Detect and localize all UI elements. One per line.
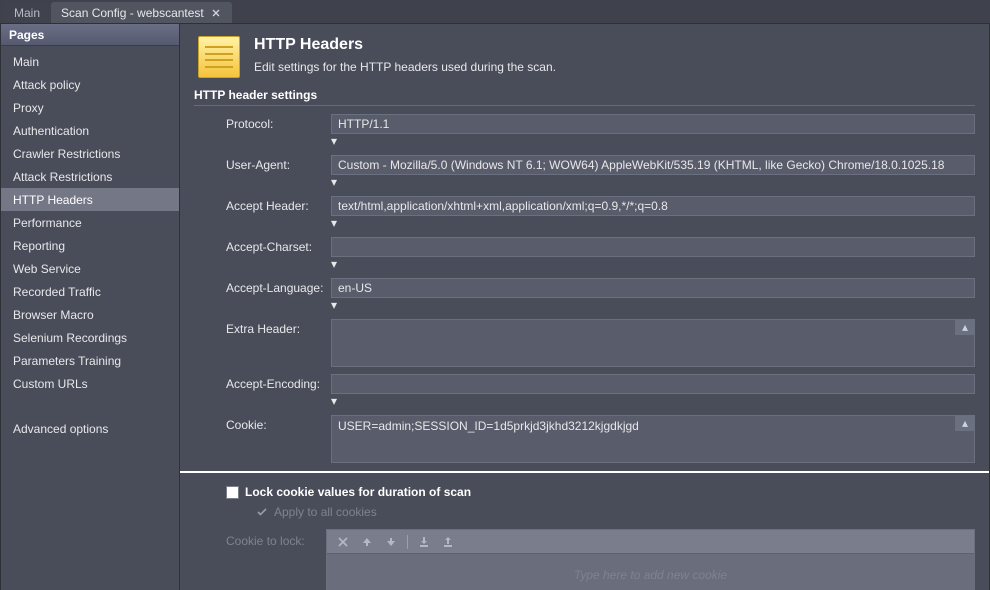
arrow-up-icon[interactable]: [359, 534, 375, 550]
lock-cookie-block: Lock cookie values for duration of scan …: [180, 485, 989, 590]
arrow-down-icon[interactable]: [383, 534, 399, 550]
sidebar-item-advanced-options[interactable]: Advanced options: [1, 417, 179, 440]
sidebar-item-attack-policy[interactable]: Attack policy: [1, 73, 179, 96]
import-icon[interactable]: [416, 534, 432, 550]
sidebar-item-crawler-restrictions[interactable]: Crawler Restrictions: [1, 142, 179, 165]
cookie-lock-toolbar: [327, 530, 974, 554]
content-pane: HTTP Headers Edit settings for the HTTP …: [180, 24, 990, 590]
close-icon[interactable]: [210, 7, 222, 19]
sidebar-item-label: Browser Macro: [13, 308, 94, 322]
sidebar-item-main[interactable]: Main: [1, 50, 179, 73]
sidebar-item-reporting[interactable]: Reporting: [1, 234, 179, 257]
scroll-up-icon[interactable]: ▴: [955, 415, 975, 431]
accept-header-combo[interactable]: text/html,application/xhtml+xml,applicat…: [331, 196, 975, 216]
extra-header-textarea[interactable]: [331, 319, 975, 367]
sidebar-item-label: Main: [13, 55, 39, 69]
protocol-label: Protocol:: [226, 114, 331, 131]
cookie-lock-placeholder[interactable]: Type here to add new cookie: [327, 554, 974, 590]
tab-scan-config[interactable]: Scan Config - webscantest: [51, 2, 232, 23]
accept-encoding-combo[interactable]: [331, 374, 975, 394]
sidebar-item-performance[interactable]: Performance: [1, 211, 179, 234]
accept-language-combo[interactable]: en-US: [331, 278, 975, 298]
sidebar-item-label: Selenium Recordings: [13, 331, 127, 345]
sidebar-item-label: Proxy: [13, 101, 44, 115]
scroll-up-icon[interactable]: ▴: [955, 319, 975, 335]
sidebar-item-label: Performance: [13, 216, 82, 230]
sidebar: Pages Main Attack policy Proxy Authentic…: [0, 24, 180, 590]
user-agent-combo[interactable]: Custom - Mozilla/5.0 (Windows NT 6.1; WO…: [331, 155, 975, 175]
sidebar-item-label: Recorded Traffic: [13, 285, 101, 299]
accept-encoding-label: Accept-Encoding:: [226, 374, 331, 391]
cookie-label: Cookie:: [226, 415, 331, 432]
lock-cookie-label: Lock cookie values for duration of scan: [245, 485, 471, 499]
cookie-to-lock-label: Cookie to lock:: [226, 529, 316, 548]
delete-icon[interactable]: [335, 534, 351, 550]
sidebar-item-label: Parameters Training: [13, 354, 121, 368]
accept-charset-combo[interactable]: [331, 237, 975, 257]
sidebar-item-custom-urls[interactable]: Custom URLs: [1, 372, 179, 395]
sidebar-item-label: Reporting: [13, 239, 65, 253]
check-icon: [256, 506, 268, 518]
extra-header-label: Extra Header:: [226, 319, 331, 336]
lock-cookie-checkbox[interactable]: [226, 486, 239, 499]
export-icon[interactable]: [440, 534, 456, 550]
sidebar-item-label: Attack policy: [13, 78, 80, 92]
accept-charset-label: Accept-Charset:: [226, 237, 331, 254]
chevron-down-icon: ▾: [331, 134, 337, 148]
sidebar-item-web-service[interactable]: Web Service: [1, 257, 179, 280]
section-header: HTTP header settings: [194, 86, 975, 106]
sidebar-item-selenium-recordings[interactable]: Selenium Recordings: [1, 326, 179, 349]
protocol-combo[interactable]: HTTP/1.1: [331, 114, 975, 134]
sidebar-list: Main Attack policy Proxy Authentication …: [1, 46, 179, 444]
tab-label: Scan Config - webscantest: [61, 6, 204, 20]
tab-main[interactable]: Main: [4, 2, 50, 23]
page-title: HTTP Headers: [254, 36, 556, 54]
tab-label: Main: [14, 6, 40, 20]
cookie-lock-panel: Type here to add new cookie: [326, 529, 975, 590]
divider: [180, 471, 989, 473]
sidebar-item-authentication[interactable]: Authentication: [1, 119, 179, 142]
http-headers-icon: [198, 36, 240, 78]
chevron-down-icon: ▾: [331, 257, 337, 271]
sidebar-item-parameters-training[interactable]: Parameters Training: [1, 349, 179, 372]
tab-strip: Main Scan Config - webscantest: [0, 0, 990, 24]
sidebar-item-proxy[interactable]: Proxy: [1, 96, 179, 119]
sidebar-item-attack-restrictions[interactable]: Attack Restrictions: [1, 165, 179, 188]
combo-value: text/html,application/xhtml+xml,applicat…: [338, 199, 668, 213]
combo-value: en-US: [338, 281, 372, 295]
sidebar-item-label: Attack Restrictions: [13, 170, 112, 184]
combo-value: Custom - Mozilla/5.0 (Windows NT 6.1; WO…: [338, 158, 944, 172]
sidebar-item-label: HTTP Headers: [13, 193, 93, 207]
textarea-value: USER=admin;SESSION_ID=1d5prkjd3jkhd3212k…: [338, 419, 639, 433]
chevron-down-icon: ▾: [331, 175, 337, 189]
sidebar-item-browser-macro[interactable]: Browser Macro: [1, 303, 179, 326]
accept-header-label: Accept Header:: [226, 196, 331, 213]
page-header: HTTP Headers Edit settings for the HTTP …: [180, 24, 989, 86]
http-header-form: Protocol: HTTP/1.1 ▾ User-Agent: Custom …: [180, 114, 989, 463]
sidebar-item-label: Authentication: [13, 124, 89, 138]
cookie-textarea[interactable]: USER=admin;SESSION_ID=1d5prkjd3jkhd3212k…: [331, 415, 975, 463]
sidebar-item-label: Web Service: [13, 262, 81, 276]
sidebar-item-label: Custom URLs: [13, 377, 88, 391]
user-agent-label: User-Agent:: [226, 155, 331, 172]
combo-value: HTTP/1.1: [338, 117, 389, 131]
sidebar-item-label: Advanced options: [13, 422, 108, 436]
toolbar-divider: [407, 535, 408, 549]
page-subtitle: Edit settings for the HTTP headers used …: [254, 60, 556, 74]
chevron-down-icon: ▾: [331, 298, 337, 312]
chevron-down-icon: ▾: [331, 216, 337, 230]
sidebar-item-http-headers[interactable]: HTTP Headers: [1, 188, 179, 211]
chevron-down-icon: ▾: [331, 394, 337, 408]
sidebar-header: Pages: [1, 24, 179, 46]
accept-language-label: Accept-Language:: [226, 278, 331, 295]
sidebar-item-recorded-traffic[interactable]: Recorded Traffic: [1, 280, 179, 303]
sidebar-item-label: Crawler Restrictions: [13, 147, 120, 161]
apply-all-label: Apply to all cookies: [274, 505, 377, 519]
